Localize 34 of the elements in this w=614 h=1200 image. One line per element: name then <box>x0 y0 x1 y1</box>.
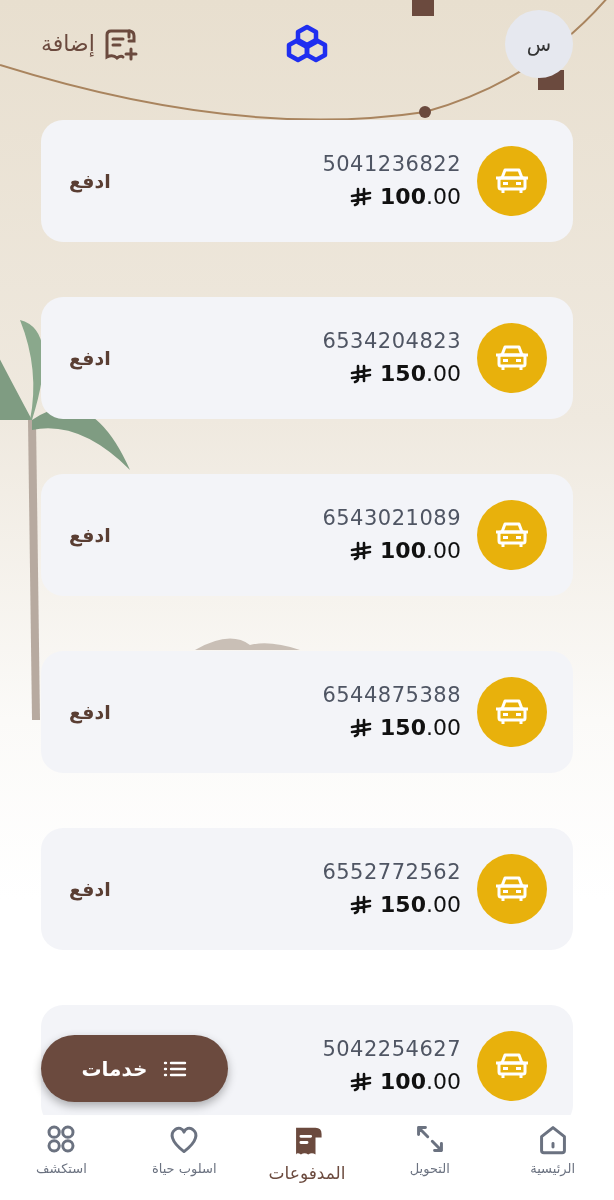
nav-tab[interactable]: اسلوب حياة <box>122 1115 246 1200</box>
account-number: 5041236822 <box>322 150 461 178</box>
pay-button[interactable]: ادفع <box>69 343 111 373</box>
pay-button[interactable]: ادفع <box>69 874 111 904</box>
amount: 100.00 <box>380 183 461 212</box>
avatar-initial: س <box>526 30 552 58</box>
car-icon <box>494 520 530 550</box>
account-number: 5042254627 <box>322 1035 461 1063</box>
add-link[interactable]: إضافة <box>41 26 139 61</box>
avatar[interactable]: س <box>505 9 573 78</box>
car-icon <box>494 343 530 373</box>
car-icon <box>494 697 530 727</box>
nav-tab[interactable]: التحويل <box>368 1115 492 1200</box>
services-button[interactable]: خدمات <box>41 1035 228 1102</box>
pay-button[interactable]: ادفع <box>69 697 111 727</box>
bead-icon <box>419 106 431 118</box>
account-number: 6534204823 <box>322 327 461 355</box>
amount: 100.00 <box>380 1068 461 1097</box>
amount: 150.00 <box>380 714 461 743</box>
list-icon <box>163 1059 188 1078</box>
amount: 150.00 <box>380 360 461 389</box>
car-icon <box>494 1051 530 1081</box>
account-number: 6543021089 <box>322 504 461 532</box>
pay-button[interactable]: ادفع <box>69 520 111 550</box>
amount: 150.00 <box>380 891 461 920</box>
account-number: 6544875388 <box>322 681 461 709</box>
nav-tab[interactable]: استكشف <box>0 1115 123 1200</box>
account-number: 6552772562 <box>322 858 461 886</box>
amount: 100.00 <box>380 537 461 566</box>
nav-tab[interactable]: الرئيسية <box>491 1115 614 1200</box>
car-icon <box>494 874 530 904</box>
pay-button[interactable]: ادفع <box>69 166 111 196</box>
car-icon <box>494 166 530 196</box>
nav-tab[interactable]: المدفوعات <box>245 1115 369 1200</box>
